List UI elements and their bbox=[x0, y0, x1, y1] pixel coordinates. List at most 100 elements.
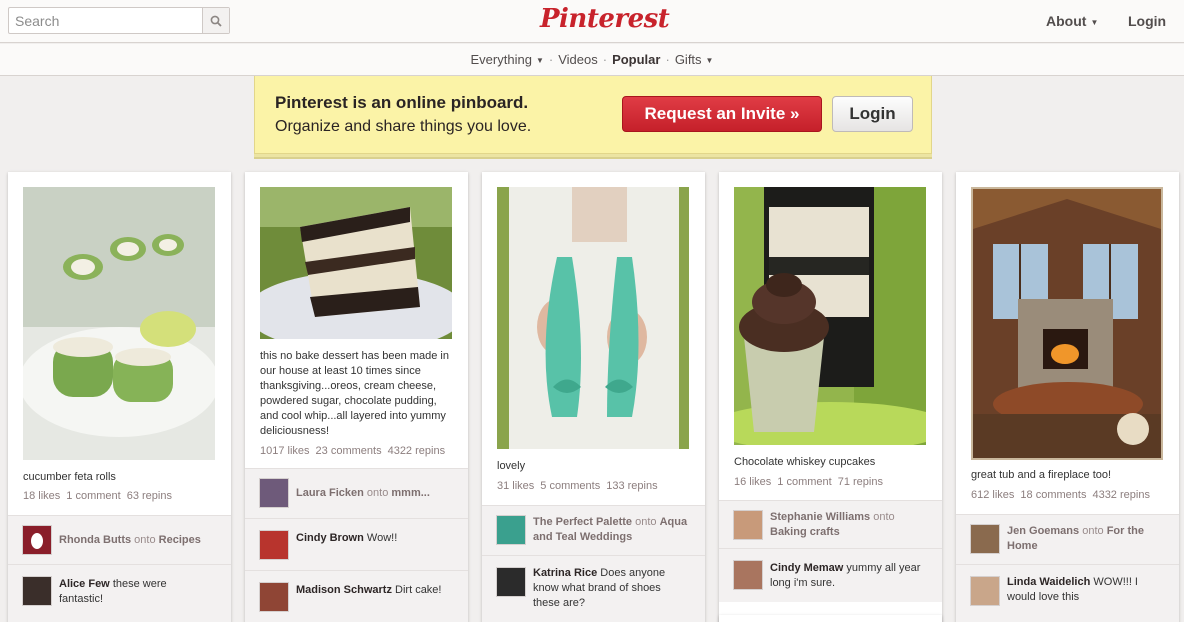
pinner-text: Laura Ficken onto mmm... bbox=[296, 486, 456, 501]
pin-image[interactable] bbox=[734, 187, 926, 445]
likes-count[interactable]: 612 likes bbox=[971, 489, 1014, 501]
avatar[interactable] bbox=[970, 576, 1000, 606]
comment-text: Madison Schwartz Dirt cake! bbox=[296, 583, 456, 598]
pin-stats: 612 likes 18 comments 4332 repins bbox=[971, 489, 1156, 501]
pinner-row: Laura Ficken onto mmm... bbox=[245, 468, 468, 518]
pinner-name[interactable]: Laura Ficken bbox=[296, 487, 364, 499]
commenter-name[interactable]: Katrina Rice bbox=[533, 567, 597, 579]
board-name[interactable]: Baking crafts bbox=[770, 526, 840, 538]
pinner-name[interactable]: Stephanie Williams bbox=[770, 511, 870, 523]
comment-row: Alice Few these were fantastic! bbox=[8, 564, 231, 622]
avatar[interactable] bbox=[22, 576, 52, 606]
commenter-name[interactable]: Cindy Brown bbox=[296, 532, 364, 544]
comment-text: Alice Few these were fantastic! bbox=[59, 577, 194, 607]
pin-stats: 18 likes 1 comment 63 repins bbox=[23, 490, 178, 502]
onto-label: onto bbox=[134, 534, 156, 546]
pinner-name[interactable]: Rhonda Butts bbox=[59, 534, 131, 546]
commenter-name[interactable]: Linda Waidelich bbox=[1007, 576, 1090, 588]
avatar[interactable] bbox=[733, 510, 763, 540]
board-name[interactable]: mmm... bbox=[391, 487, 430, 499]
nav-videos[interactable]: Videos bbox=[556, 52, 600, 67]
request-invite-button[interactable]: Request an Invite » bbox=[622, 96, 822, 132]
top-header: Pinterest About▼ Login bbox=[0, 0, 1184, 43]
repins-count[interactable]: 63 repins bbox=[127, 490, 172, 502]
pinner-name[interactable]: Jen Goemans bbox=[1007, 525, 1079, 537]
nav-separator: · bbox=[602, 52, 608, 67]
comment-row: Katrina Rice Does anyone know what brand… bbox=[482, 555, 705, 622]
pin-card: great tub and a fireplace too! 612 likes… bbox=[956, 172, 1179, 622]
about-menu[interactable]: About ▼ bbox=[1046, 13, 1098, 29]
comments-count[interactable]: 1 comment bbox=[777, 476, 831, 488]
banner-login-button[interactable]: Login bbox=[832, 96, 913, 132]
banner-headline: Pinterest is an online pinboard. bbox=[275, 93, 529, 112]
nav-everything[interactable]: Everything ▼ bbox=[469, 52, 546, 67]
avatar[interactable] bbox=[259, 478, 289, 508]
search-icon bbox=[210, 15, 222, 27]
likes-count[interactable]: 31 likes bbox=[497, 480, 534, 492]
pin-description: cucumber feta rolls bbox=[23, 471, 116, 483]
commenter-name[interactable]: Alice Few bbox=[59, 578, 110, 590]
pinterest-logo[interactable]: Pinterest bbox=[540, 4, 670, 34]
nav-separator: · bbox=[548, 52, 554, 67]
pinner-row: Stephanie Williams onto Baking crafts bbox=[719, 500, 942, 548]
caret-down-icon: ▼ bbox=[705, 56, 714, 66]
about-label: About bbox=[1046, 13, 1087, 29]
pin-card: lovely 31 likes 5 comments 133 repins The … bbox=[482, 172, 705, 622]
avatar[interactable] bbox=[496, 567, 526, 597]
comment-text: Katrina Rice Does anyone know what brand… bbox=[533, 566, 673, 611]
commenter-name[interactable]: Madison Schwartz bbox=[296, 584, 392, 596]
pin-description: this no bake dessert has been made in ou… bbox=[260, 350, 449, 437]
pin-card: this no bake dessert has been made in ou… bbox=[245, 172, 468, 622]
avatar[interactable] bbox=[970, 524, 1000, 554]
comment-text: Linda Waidelich WOW!!! I would love this bbox=[1007, 575, 1142, 605]
comments-count[interactable]: 18 comments bbox=[1020, 489, 1086, 501]
pinner-name[interactable]: The Perfect Palette bbox=[533, 516, 632, 528]
likes-count[interactable]: 1017 likes bbox=[260, 445, 310, 457]
category-nav: Everything ▼ · Videos · Popular · Gifts ▼ bbox=[0, 44, 1184, 76]
comment-row: Madison Schwartz Dirt cake! bbox=[245, 570, 468, 622]
repins-count[interactable]: 4332 repins bbox=[1092, 489, 1150, 501]
pinner-text: Stephanie Williams onto Baking crafts bbox=[770, 510, 930, 540]
avatar[interactable] bbox=[22, 525, 52, 555]
comment-body: Dirt cake! bbox=[395, 584, 442, 596]
onto-label: onto bbox=[366, 487, 389, 499]
nav-gifts[interactable]: Gifts ▼ bbox=[673, 52, 716, 67]
pin-image[interactable] bbox=[260, 187, 452, 339]
pin-stats: 31 likes 5 comments 133 repins bbox=[497, 480, 664, 492]
pinner-row: Jen Goemans onto For the Home bbox=[956, 514, 1179, 564]
comment-row: Cindy Brown Wow!! bbox=[245, 518, 468, 570]
likes-count[interactable]: 18 likes bbox=[23, 490, 60, 502]
repins-count[interactable]: 71 repins bbox=[838, 476, 883, 488]
pin-image[interactable] bbox=[971, 187, 1163, 460]
commenter-name[interactable]: Cindy Memaw bbox=[770, 562, 843, 574]
comments-count[interactable]: 1 comment bbox=[66, 490, 120, 502]
repins-count[interactable]: 133 repins bbox=[606, 480, 657, 492]
avatar[interactable] bbox=[733, 560, 763, 590]
comment-row: Linda Waidelich WOW!!! I would love this bbox=[956, 564, 1179, 622]
search-input[interactable] bbox=[9, 8, 203, 33]
pinner-text: Jen Goemans onto For the Home bbox=[1007, 524, 1167, 554]
pin-description: lovely bbox=[497, 460, 526, 472]
header-login-link[interactable]: Login bbox=[1128, 13, 1166, 29]
search-button[interactable] bbox=[202, 8, 229, 33]
nav-everything-label: Everything bbox=[470, 52, 532, 67]
comment-text: Cindy Memaw yummy all year long i'm sure… bbox=[770, 561, 930, 591]
avatar[interactable] bbox=[259, 582, 289, 612]
pinner-row: Rhonda Butts onto Recipes bbox=[8, 515, 231, 564]
caret-down-icon: ▼ bbox=[535, 56, 544, 66]
comment-row: Cindy Memaw yummy all year long i'm sure… bbox=[719, 548, 942, 602]
board-name[interactable]: Recipes bbox=[159, 534, 201, 546]
avatar[interactable] bbox=[496, 515, 526, 545]
onto-label: onto bbox=[873, 511, 895, 523]
pin-image[interactable] bbox=[497, 187, 689, 449]
pinner-text: The Perfect Palette onto Aqua and Teal W… bbox=[533, 515, 693, 545]
pin-description: great tub and a fireplace too! bbox=[971, 469, 1112, 481]
comments-count[interactable]: 23 comments bbox=[316, 445, 382, 457]
likes-count[interactable]: 16 likes bbox=[734, 476, 771, 488]
avatar[interactable] bbox=[259, 530, 289, 560]
nav-popular[interactable]: Popular bbox=[610, 52, 662, 67]
comments-count[interactable]: 5 comments bbox=[540, 480, 600, 492]
caret-down-icon: ▼ bbox=[1090, 17, 1099, 27]
repins-count[interactable]: 4322 repins bbox=[388, 445, 446, 457]
pin-image[interactable] bbox=[23, 187, 215, 460]
